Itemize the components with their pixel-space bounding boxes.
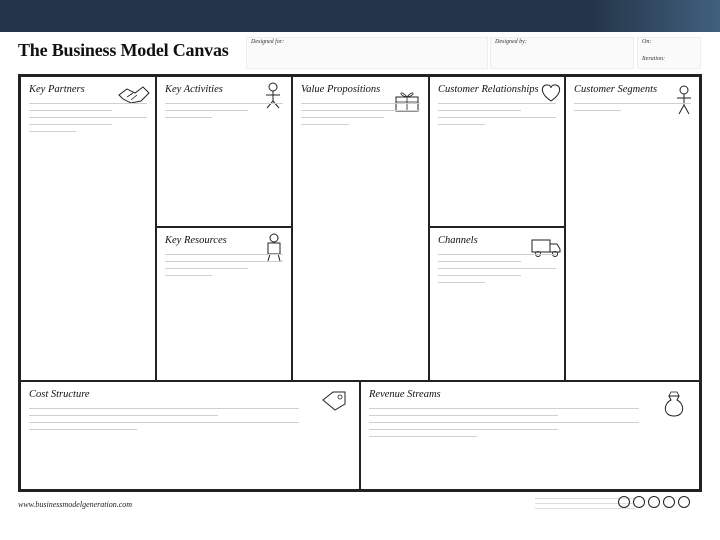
revenue-streams-title: Revenue Streams (369, 389, 441, 400)
person-license-icon (678, 496, 690, 508)
top-bar (0, 0, 720, 32)
key-activities-block[interactable]: Key Activities (156, 76, 292, 227)
value-propositions-notes (301, 103, 420, 131)
customer-relationships-block[interactable]: Customer Relationships (429, 76, 565, 227)
value-propositions-block[interactable]: Value Propositions (292, 76, 429, 381)
channels-title: Channels (438, 235, 478, 246)
by-icon (648, 496, 660, 508)
revenue-streams-notes (369, 408, 639, 443)
designed-for-label: Designed for: (251, 39, 285, 45)
key-activities-notes (165, 103, 283, 124)
key-resources-notes (165, 254, 283, 282)
iteration-label: Iteration: (642, 56, 665, 62)
cost-structure-block[interactable]: Cost Structure (20, 381, 360, 490)
key-resources-title: Key Resources (165, 235, 227, 246)
customer-segments-title: Customer Segments (574, 84, 658, 95)
customer-segments-block[interactable]: Customer Segments (565, 76, 700, 381)
customer-relationships-title: Customer Relationships (438, 84, 539, 95)
footer-url[interactable]: www.businessmodelgeneration.com (18, 500, 132, 509)
key-activities-title: Key Activities (165, 84, 223, 95)
cc-icon (618, 496, 630, 508)
customer-segments-notes (574, 103, 691, 117)
business-model-canvas: Key Partners Key Activities Key Resource… (18, 74, 702, 492)
sa-icon (663, 496, 675, 508)
price-tag-icon (322, 391, 346, 411)
top-bar-accent (590, 0, 720, 32)
money-bag-icon (664, 391, 684, 417)
cost-structure-title: Cost Structure (29, 389, 90, 400)
cost-structure-notes (29, 408, 299, 436)
value-propositions-title: Value Propositions (301, 84, 381, 95)
on-label: On: (642, 39, 652, 45)
designed-by-label: Designed by: (495, 39, 527, 45)
channels-block[interactable]: Channels (429, 227, 565, 381)
license-icons (618, 496, 690, 508)
customer-relationships-notes (438, 103, 556, 131)
copyright-icon (633, 496, 645, 508)
key-partners-block[interactable]: Key Partners (20, 76, 156, 381)
key-resources-block[interactable]: Key Resources (156, 227, 292, 381)
key-partners-title: Key Partners (29, 84, 85, 95)
page-title: The Business Model Canvas (18, 40, 229, 60)
heart-icon (541, 84, 561, 102)
revenue-streams-block[interactable]: Revenue Streams (360, 381, 700, 490)
key-partners-notes (29, 103, 147, 138)
channels-notes (438, 254, 556, 289)
